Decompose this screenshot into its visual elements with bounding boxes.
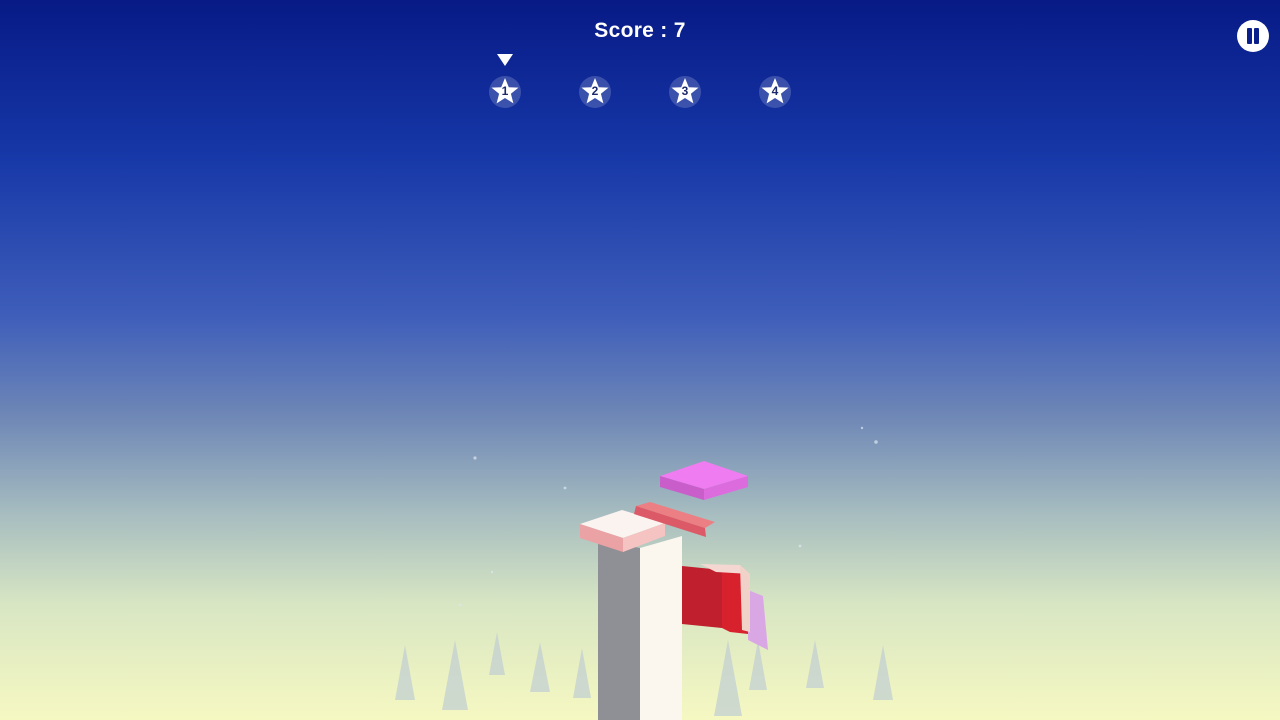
level-number: 3	[681, 84, 689, 98]
score-display: Score : 7	[594, 19, 686, 42]
tower	[598, 536, 682, 720]
moving-block	[660, 461, 748, 500]
level-number: 1	[501, 84, 509, 98]
pause-icon	[1247, 28, 1252, 44]
current-level-marker-icon	[497, 54, 513, 66]
game-viewport[interactable]: Score : 7 1 2 3 4	[0, 0, 1280, 720]
falling-block	[682, 564, 768, 650]
game-scene	[395, 426, 893, 720]
level-number: 2	[591, 84, 599, 98]
level-star-3: 3	[667, 74, 703, 110]
pause-button[interactable]	[1237, 20, 1269, 52]
level-star-1: 1	[487, 74, 523, 110]
level-star-4: 4	[757, 74, 793, 110]
level-star-2: 2	[577, 74, 613, 110]
level-number: 4	[771, 84, 779, 98]
